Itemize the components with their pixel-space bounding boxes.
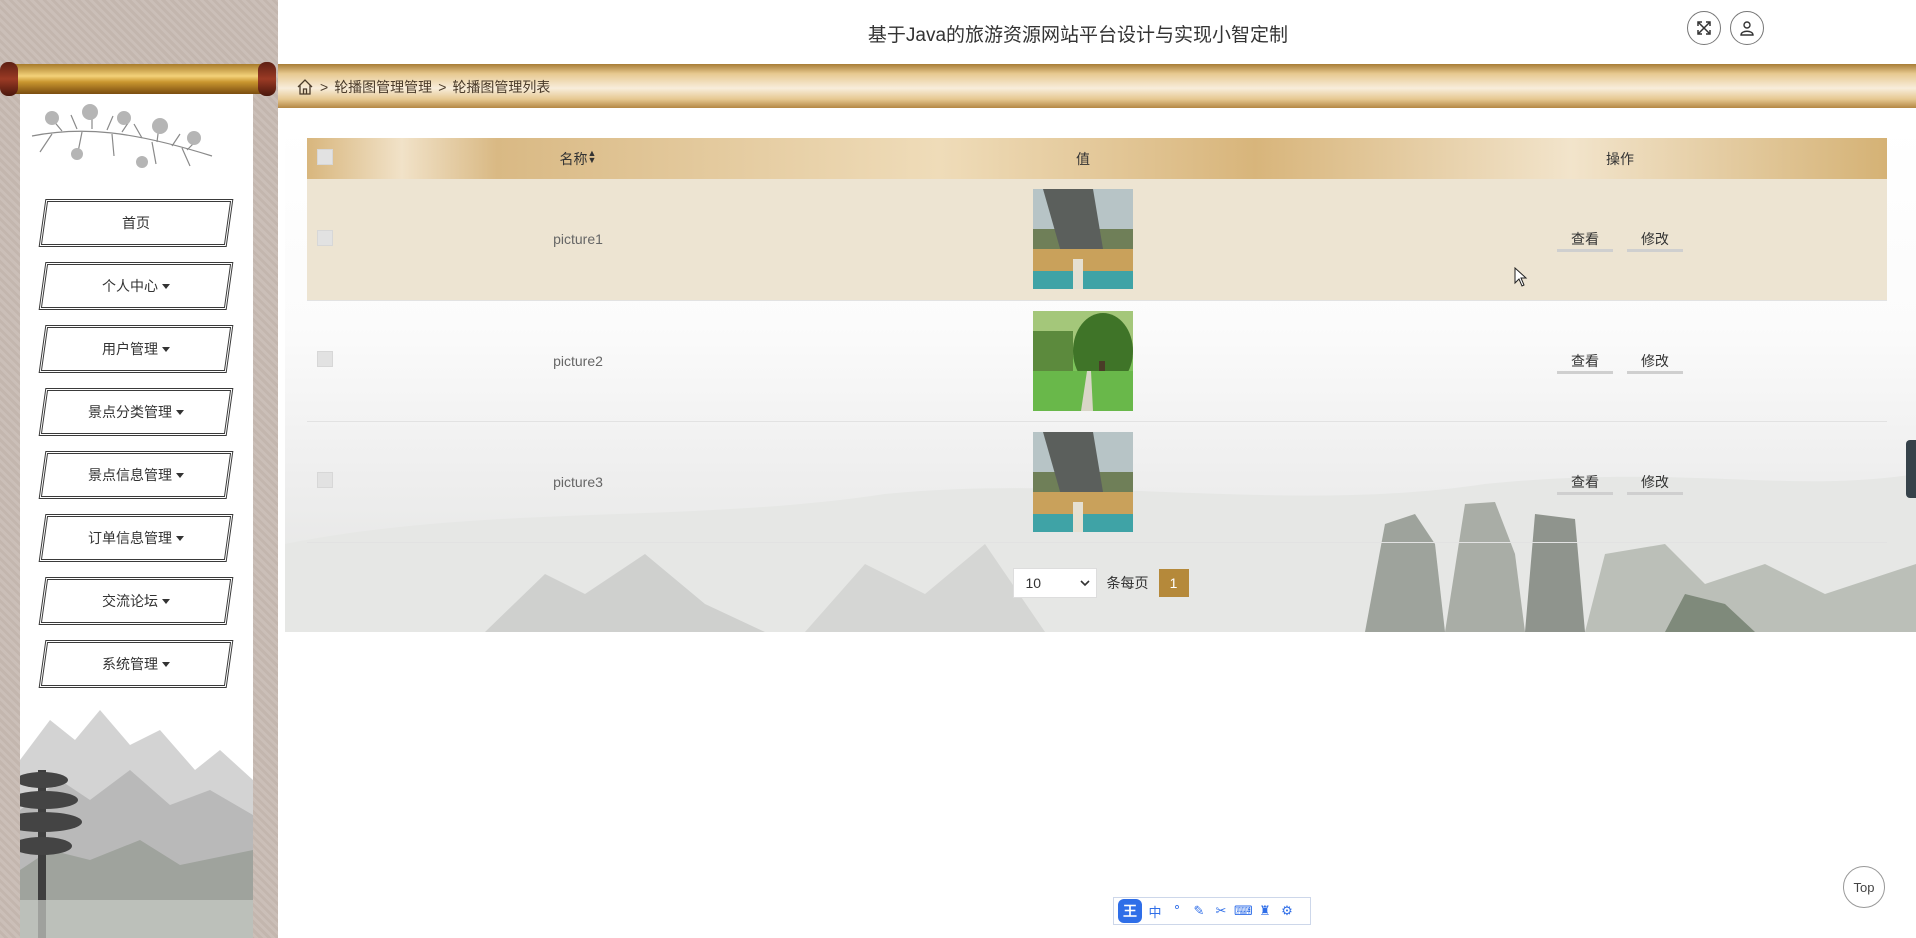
home-icon[interactable] xyxy=(296,78,314,96)
side-panel-tab[interactable] xyxy=(1906,440,1916,498)
column-header-name[interactable]: 名称▲ ▼ xyxy=(343,138,813,179)
row-checkbox[interactable] xyxy=(317,351,333,367)
sidebar-item-personal-center[interactable]: 个人中心 xyxy=(38,260,234,312)
keyboard-icon[interactable]: ⌨ xyxy=(1234,904,1253,919)
app-title: 基于Java的旅游资源网站平台设计与实现小智定制 xyxy=(867,25,1289,46)
top-header: 基于Java的旅游资源网站平台设计与实现小智定制 xyxy=(278,0,1916,64)
cliff-village-thumbnail xyxy=(1033,189,1133,290)
table-header-row: 名称▲ ▼ 值 操作 xyxy=(307,138,1887,179)
sidebar-item-label: 系统管理 xyxy=(102,656,158,672)
select-all-checkbox[interactable] xyxy=(317,149,333,165)
sidebar-item-label: 个人中心 xyxy=(102,278,158,294)
view-button[interactable]: 查看 xyxy=(1557,348,1614,374)
scroll-rod-decoration xyxy=(0,62,276,96)
scissors-icon[interactable]: ✂ xyxy=(1212,904,1230,919)
page-size-value: 10 xyxy=(1025,575,1042,591)
cliff-village-thumbnail xyxy=(1033,431,1133,532)
user-icon xyxy=(1740,21,1754,36)
settings-gear-icon[interactable]: ⚙ xyxy=(1278,904,1296,919)
sidebar-item-label: 用户管理 xyxy=(102,341,158,357)
sort-icon[interactable]: ▲ ▼ xyxy=(588,149,597,164)
data-table-container: 名称▲ ▼ 值 操作 picture1 查看 修改 picture2 查看 修改… xyxy=(307,138,1887,543)
sidebar-item-label: 订单信息管理 xyxy=(88,530,172,546)
fullscreen-button[interactable] xyxy=(1687,11,1721,45)
punctuation-icon[interactable]: ° xyxy=(1168,904,1186,919)
tree-lawn-thumbnail xyxy=(1033,310,1133,411)
sidebar-item-user-management[interactable]: 用户管理 xyxy=(38,323,234,375)
breadcrumb-separator: > xyxy=(320,79,329,95)
page-button-current[interactable]: 1 xyxy=(1158,569,1189,597)
edit-button[interactable]: 修改 xyxy=(1626,348,1683,374)
row-checkbox[interactable] xyxy=(317,472,333,488)
cell-name: picture1 xyxy=(553,231,603,248)
edit-button[interactable]: 修改 xyxy=(1626,226,1683,253)
chevron-down-icon xyxy=(1079,580,1090,587)
mouse-cursor-icon xyxy=(1514,267,1528,287)
table-row: picture3 查看 修改 xyxy=(307,421,1887,542)
caret-down-icon xyxy=(162,284,170,289)
ime-toolbar: 王 中 ° ✎ ✂ ⌨ ♜ ⚙ xyxy=(1113,897,1311,925)
column-header-value: 值 xyxy=(1076,150,1090,167)
row-checkbox[interactable] xyxy=(317,229,333,246)
sidebar-item-label: 景点信息管理 xyxy=(88,467,172,483)
breadcrumb-separator: > xyxy=(438,79,447,95)
pagination: 10 条每页 1 xyxy=(285,568,1916,598)
sidebar-item-label: 景点分类管理 xyxy=(88,404,172,420)
skin-icon[interactable]: ♜ xyxy=(1256,904,1274,919)
breadcrumb: > 轮播图管理管理 > 轮播图管理列表 xyxy=(296,77,550,97)
sidebar: 首页 个人中心 用户管理 景点分类管理 景点信息管理 订单信息管理 交流论坛 系… xyxy=(0,0,278,938)
sidebar-item-order-info[interactable]: 订单信息管理 xyxy=(38,512,234,564)
caret-down-icon xyxy=(162,347,170,352)
view-button[interactable]: 查看 xyxy=(1557,469,1614,495)
sidebar-item-attraction-category[interactable]: 景点分类管理 xyxy=(38,386,234,438)
sidebar-item-system-management[interactable]: 系统管理 xyxy=(38,638,234,690)
breadcrumb-bar: > 轮播图管理管理 > 轮播图管理列表 xyxy=(278,64,1916,108)
view-button[interactable]: 查看 xyxy=(1557,226,1614,253)
sidebar-item-forum[interactable]: 交流论坛 xyxy=(38,575,234,627)
fullscreen-icon xyxy=(1697,21,1711,35)
main-content: 名称▲ ▼ 值 操作 picture1 查看 修改 picture2 查看 修改… xyxy=(285,124,1916,632)
breadcrumb-item-banner-list[interactable]: 轮播图管理列表 xyxy=(452,77,550,97)
caret-down-icon xyxy=(176,473,184,478)
sidebar-item-label: 首页 xyxy=(122,215,150,231)
ime-mode-toggle[interactable]: 中 xyxy=(1146,902,1164,921)
sidebar-item-label: 交流论坛 xyxy=(102,593,158,609)
table-row: picture1 查看 修改 xyxy=(307,179,1887,300)
sidebar-menu: 首页 个人中心 用户管理 景点分类管理 景点信息管理 订单信息管理 交流论坛 系… xyxy=(38,197,238,701)
banner-table: 名称▲ ▼ 值 操作 picture1 查看 修改 picture2 查看 修改… xyxy=(307,138,1887,543)
page-size-select[interactable]: 10 xyxy=(1012,568,1097,598)
per-page-label: 条每页 xyxy=(1106,575,1149,591)
sidebar-item-home[interactable]: 首页 xyxy=(38,197,234,249)
cell-name: picture2 xyxy=(553,352,603,369)
pine-branch-illustration xyxy=(31,104,213,168)
edit-button[interactable]: 修改 xyxy=(1626,469,1683,495)
caret-down-icon xyxy=(176,536,184,541)
sidebar-item-attraction-info[interactable]: 景点信息管理 xyxy=(38,449,234,501)
breadcrumb-item-banner-management[interactable]: 轮播图管理管理 xyxy=(334,77,432,97)
mountain-pine-illustration xyxy=(20,710,253,938)
column-header-actions: 操作 xyxy=(1606,150,1634,167)
caret-down-icon xyxy=(162,599,170,604)
user-button[interactable] xyxy=(1730,11,1764,45)
cell-name: picture3 xyxy=(553,473,603,490)
caret-down-icon xyxy=(176,410,184,415)
back-to-top-button[interactable]: Top xyxy=(1843,866,1885,908)
pen-icon[interactable]: ✎ xyxy=(1190,904,1208,919)
ime-logo-icon[interactable]: 王 xyxy=(1118,899,1142,923)
caret-down-icon xyxy=(162,662,170,667)
table-row: picture2 查看 修改 xyxy=(307,300,1887,421)
